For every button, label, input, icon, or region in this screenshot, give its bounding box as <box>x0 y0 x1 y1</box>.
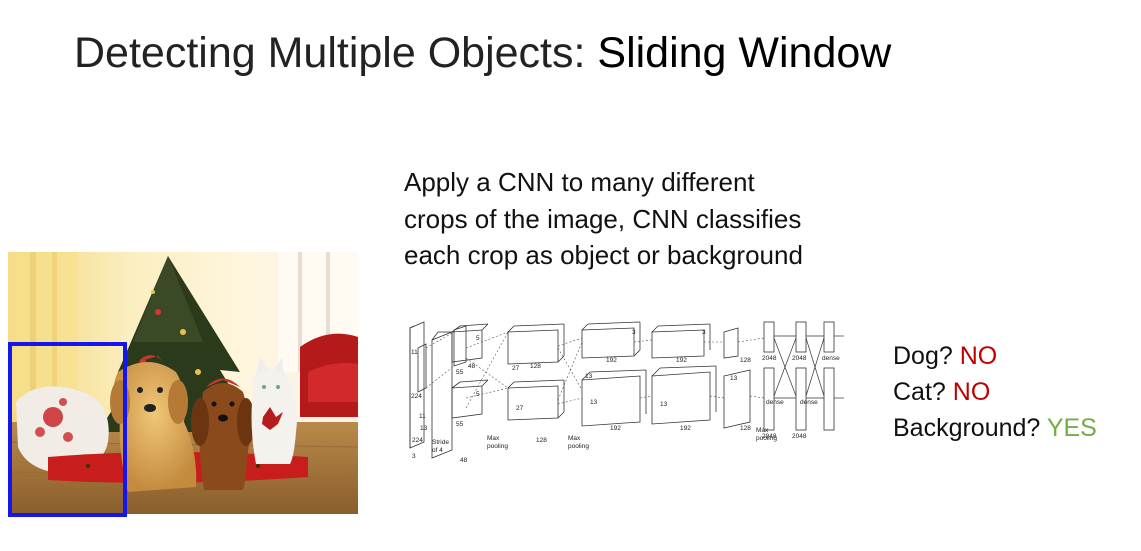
label: 48 <box>468 363 476 370</box>
conv5-block <box>723 327 739 359</box>
label: 11 <box>411 349 418 356</box>
title-prefix: Detecting Multiple Objects: <box>74 29 598 77</box>
result-dog: Dog? NO <box>893 342 998 370</box>
result-cat: Cat? NO <box>893 378 991 406</box>
label: 2048 <box>762 433 777 440</box>
label: 48 <box>460 457 468 464</box>
maxpool-label: pooling <box>487 443 508 450</box>
conv2-block <box>507 329 559 365</box>
stride-label: Stride <box>432 439 449 446</box>
label: 55 <box>456 369 464 376</box>
cnn-architecture: 11 224 224 11 13 3 Stride of 4 48 55 55 … <box>409 321 844 464</box>
label: 5 <box>476 391 480 398</box>
description: Apply a CNN to many different crops of t… <box>404 164 874 274</box>
description-line: each crop as object or background <box>404 240 803 270</box>
label: 128 <box>740 425 751 432</box>
label: 2048 <box>762 355 777 362</box>
label: 11 <box>419 413 426 420</box>
description-line: Apply a CNN to many different <box>404 167 755 197</box>
slide-title: Detecting Multiple Objects: Sliding Wind… <box>74 26 891 80</box>
label: 3 <box>412 453 416 460</box>
label: 5 <box>476 335 480 342</box>
label: 2048 <box>792 433 807 440</box>
sliding-window-crop <box>8 342 127 517</box>
answer-yes: YES <box>1046 414 1097 442</box>
label: 192 <box>680 425 691 432</box>
label: 192 <box>610 425 621 432</box>
label: 27 <box>512 365 520 372</box>
maxpool-label: Max <box>568 435 581 442</box>
label: 13 <box>420 425 428 432</box>
classification-results: Dog? NO Cat? NO Background? YES <box>893 338 1097 446</box>
dense-label: dense <box>822 355 840 362</box>
dense-label: dense <box>766 399 784 406</box>
label: 128 <box>536 437 547 444</box>
label: 2048 <box>792 355 807 362</box>
dense-layer <box>763 321 775 353</box>
label: 13 <box>730 375 738 382</box>
label: 128 <box>530 363 541 370</box>
answer-no: NO <box>952 378 991 406</box>
maxpool-label: Max <box>487 435 500 442</box>
label: 55 <box>456 421 464 428</box>
label: 13 <box>660 401 668 408</box>
label: 3 <box>702 329 706 336</box>
label: 192 <box>676 357 687 364</box>
dense-label: dense <box>800 399 818 406</box>
cnn-diagram: 11 224 224 11 13 3 Stride of 4 48 55 55 … <box>404 318 844 464</box>
label: 192 <box>606 357 617 364</box>
label: 224 <box>412 437 423 444</box>
label: 3 <box>632 329 636 336</box>
label: 224 <box>411 393 422 400</box>
label: 13 <box>590 399 598 406</box>
conv3-block <box>581 327 635 359</box>
conv4-block <box>651 329 705 359</box>
stride-label: of 4 <box>432 447 443 454</box>
label: 128 <box>740 357 751 364</box>
answer-no: NO <box>959 342 998 370</box>
maxpool-label: pooling <box>568 443 589 450</box>
label: 27 <box>516 405 524 412</box>
title-emphasis: Sliding Window <box>597 29 892 77</box>
description-line: crops of the image, CNN classifies <box>404 203 802 234</box>
result-background: Background? YES <box>893 414 1097 442</box>
label: 13 <box>585 373 593 380</box>
